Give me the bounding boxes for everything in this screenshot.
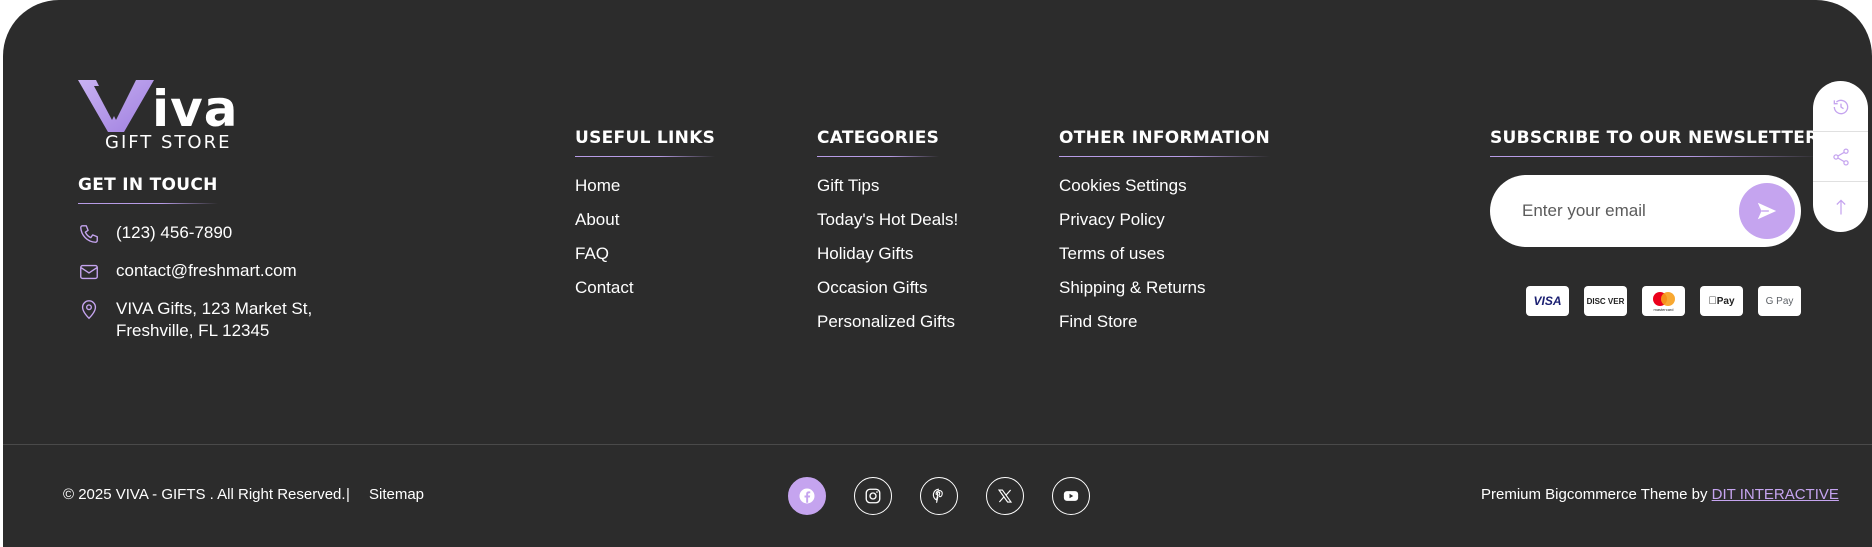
credit-link[interactable]: DIT INTERACTIVE xyxy=(1712,486,1839,503)
payment-methods: VISA DISC VER mastercard  Pay G Pay xyxy=(1526,286,1801,316)
contact-address: VIVA Gifts, 123 Market St, Freshville, F… xyxy=(78,298,356,342)
link-hot-deals[interactable]: Today's Hot Deals! xyxy=(817,203,958,237)
floating-side-rail xyxy=(1813,81,1868,232)
bottom-separator: | xyxy=(346,486,350,503)
phone-text: (123) 456-7890 xyxy=(116,223,233,242)
link-privacy-policy[interactable]: Privacy Policy xyxy=(1059,203,1205,237)
apple-pay-label: Pay xyxy=(1712,295,1735,307)
facebook-icon xyxy=(799,488,815,504)
apple-pay-icon:  Pay xyxy=(1700,286,1743,316)
useful-links-list: Home About FAQ Contact xyxy=(575,169,634,305)
mail-icon xyxy=(80,264,98,280)
categories-list: Gift Tips Today's Hot Deals! Holiday Gif… xyxy=(817,169,958,339)
location-pin-icon xyxy=(81,300,97,320)
sitemap-link[interactable]: Sitemap xyxy=(369,486,424,503)
other-info-list: Cookies Settings Privacy Policy Terms of… xyxy=(1059,169,1205,339)
brand-logo[interactable]: iva GIFT STORE xyxy=(78,78,239,153)
copyright-text: © 2025 VIVA - GIFTS . All Right Reserved… xyxy=(63,486,346,503)
visa-icon: VISA xyxy=(1526,286,1569,316)
discover-icon: DISC VER xyxy=(1584,286,1627,316)
google-pay-icon: G Pay xyxy=(1758,286,1801,316)
link-gift-tips[interactable]: Gift Tips xyxy=(817,169,958,203)
youtube-button[interactable] xyxy=(1052,477,1090,515)
mastercard-label: mastercard xyxy=(1653,306,1674,312)
email-text: contact@freshmart.com xyxy=(116,261,297,280)
link-terms[interactable]: Terms of uses xyxy=(1059,237,1205,271)
link-contact[interactable]: Contact xyxy=(575,271,634,305)
link-personalized-gifts[interactable]: Personalized Gifts xyxy=(817,305,958,339)
footer-divider xyxy=(3,444,1872,445)
link-occasion-gifts[interactable]: Occasion Gifts xyxy=(817,271,958,305)
instagram-icon xyxy=(865,488,881,504)
other-info-heading: OTHER INFORMATION xyxy=(1059,128,1271,157)
link-faq[interactable]: FAQ xyxy=(575,237,634,271)
link-find-store[interactable]: Find Store xyxy=(1059,305,1205,339)
x-twitter-button[interactable] xyxy=(986,477,1024,515)
newsletter-form xyxy=(1490,175,1801,247)
newsletter-email-input[interactable] xyxy=(1522,197,1722,225)
facebook-button[interactable] xyxy=(788,477,826,515)
mastercard-icon: mastercard xyxy=(1642,286,1685,316)
phone-icon xyxy=(80,225,98,243)
useful-links-heading: USEFUL LINKS xyxy=(575,128,716,157)
visa-label: VISA xyxy=(1533,294,1562,308)
link-holiday-gifts[interactable]: Holiday Gifts xyxy=(817,237,958,271)
x-icon xyxy=(997,489,1013,503)
send-icon xyxy=(1757,202,1777,220)
theme-credit: Premium Bigcommerce Theme by DIT INTERAC… xyxy=(1481,486,1839,503)
discover-label: DISC VER xyxy=(1586,296,1625,306)
link-about[interactable]: About xyxy=(575,203,634,237)
contact-email[interactable]: contact@freshmart.com xyxy=(78,260,356,283)
contact-heading: GET IN TOUCH xyxy=(78,175,218,204)
link-home[interactable]: Home xyxy=(575,169,634,203)
apple-glyph:  xyxy=(1708,295,1716,307)
credit-prefix: Premium Bigcommerce Theme by xyxy=(1481,486,1708,503)
youtube-icon xyxy=(1063,491,1079,501)
link-cookies-settings[interactable]: Cookies Settings xyxy=(1059,169,1205,203)
share-icon xyxy=(1832,148,1849,166)
logo-v-mark xyxy=(78,80,154,132)
recently-viewed-button[interactable] xyxy=(1813,82,1868,132)
categories-heading: CATEGORIES xyxy=(817,128,940,157)
pinterest-button[interactable] xyxy=(920,477,958,515)
instagram-button[interactable] xyxy=(854,477,892,515)
google-pay-label: G Pay xyxy=(1765,295,1794,307)
newsletter-heading: SUBSCRIBE TO OUR NEWSLETTER xyxy=(1490,128,1819,157)
newsletter-submit-button[interactable] xyxy=(1739,183,1795,239)
history-icon xyxy=(1833,99,1848,115)
arrow-up-icon xyxy=(1835,199,1846,215)
logo-subtitle: GIFT STORE xyxy=(105,132,232,153)
site-footer: iva GIFT STORE GET IN TOUCH (123) 456-78… xyxy=(3,0,1872,547)
contact-phone[interactable]: (123) 456-7890 xyxy=(78,222,356,245)
address-text: VIVA Gifts, 123 Market St, Freshville, F… xyxy=(116,299,313,340)
share-button[interactable] xyxy=(1813,132,1868,182)
back-to-top-button[interactable] xyxy=(1813,182,1868,232)
link-shipping-returns[interactable]: Shipping & Returns xyxy=(1059,271,1205,305)
pinterest-icon xyxy=(932,488,943,503)
logo-word: iva xyxy=(152,80,239,138)
mastercard-circles xyxy=(1652,291,1675,306)
